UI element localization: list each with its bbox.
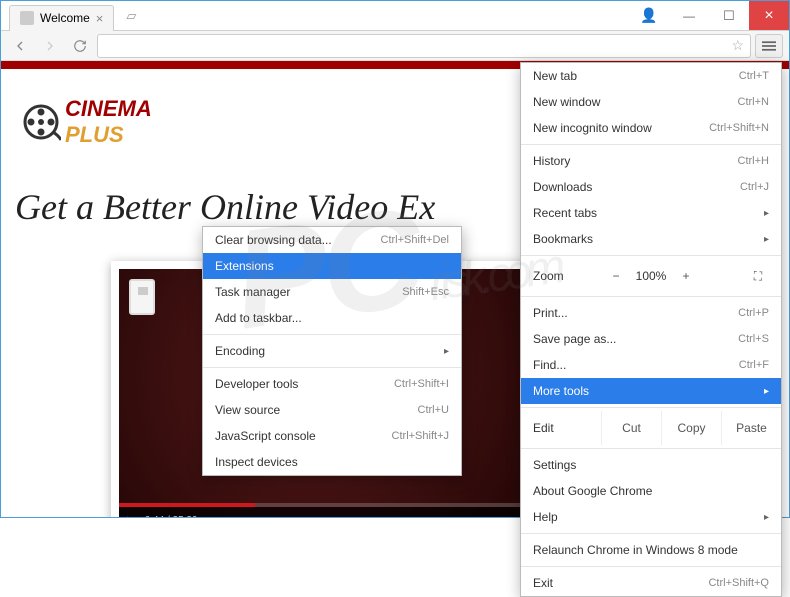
menu-downloads[interactable]: DownloadsCtrl+J [521, 174, 781, 200]
play-icon[interactable]: ▶ [127, 515, 135, 518]
zoom-out-button[interactable]: − [601, 269, 631, 283]
browser-tab[interactable]: Welcome × [9, 5, 114, 31]
logo-cinema-text: CINEMA [65, 96, 152, 122]
submenu-extensions[interactable]: Extensions [203, 253, 461, 279]
light-switch-icon[interactable] [129, 279, 155, 315]
menu-settings[interactable]: Settings [521, 452, 781, 478]
menu-new-incognito[interactable]: New incognito windowCtrl+Shift+N [521, 115, 781, 141]
menu-new-tab[interactable]: New tabCtrl+T [521, 63, 781, 89]
menu-history[interactable]: HistoryCtrl+H [521, 148, 781, 174]
reload-button[interactable] [67, 34, 93, 58]
maximize-button[interactable]: ☐ [709, 1, 749, 30]
forward-button[interactable] [37, 34, 63, 58]
menu-about[interactable]: About Google Chrome [521, 478, 781, 504]
zoom-value: 100% [631, 269, 671, 283]
menu-find[interactable]: Find...Ctrl+F [521, 352, 781, 378]
submenu-view-source[interactable]: View sourceCtrl+U [203, 397, 461, 423]
bookmark-star-icon[interactable]: ☆ [731, 37, 744, 54]
profile-icon[interactable]: 👤 [629, 1, 669, 30]
window-buttons: 👤 — ☐ × [629, 1, 789, 30]
submenu-add-taskbar[interactable]: Add to taskbar... [203, 305, 461, 331]
menu-bookmarks[interactable]: Bookmarks▸ [521, 226, 781, 252]
menu-new-window[interactable]: New windowCtrl+N [521, 89, 781, 115]
copy-button[interactable]: Copy [661, 411, 721, 445]
paste-button[interactable]: Paste [721, 411, 781, 445]
tab-title: Welcome [40, 11, 90, 25]
menu-edit-row: Edit Cut Copy Paste [521, 411, 781, 445]
submenu-encoding[interactable]: Encoding▸ [203, 338, 461, 364]
submenu-clear-browsing[interactable]: Clear browsing data...Ctrl+Shift+Del [203, 227, 461, 253]
titlebar: Welcome × ▱ 👤 — ☐ × [1, 1, 789, 31]
minimize-button[interactable]: — [669, 1, 709, 30]
menu-more-tools[interactable]: More tools▸ [521, 378, 781, 404]
film-reel-icon [21, 102, 61, 142]
hero-heading: Get a Better Online Video Ex [15, 186, 435, 228]
fullscreen-button[interactable]: ⛶ [743, 269, 773, 284]
submenu-js-console[interactable]: JavaScript consoleCtrl+Shift+J [203, 423, 461, 449]
video-time: 0:44 / 25:39 [145, 515, 198, 518]
menu-help[interactable]: Help▸ [521, 504, 781, 530]
back-button[interactable] [7, 34, 33, 58]
more-tools-submenu: Clear browsing data...Ctrl+Shift+Del Ext… [202, 226, 462, 476]
cut-button[interactable]: Cut [601, 411, 661, 445]
menu-button[interactable] [755, 34, 783, 58]
menu-recent-tabs[interactable]: Recent tabs▸ [521, 200, 781, 226]
zoom-in-button[interactable]: + [671, 269, 701, 283]
logo-plus-text: PLUS [65, 122, 152, 148]
tab-favicon [20, 11, 34, 25]
new-tab-button[interactable]: ▱ [120, 8, 142, 24]
submenu-task-manager[interactable]: Task managerShift+Esc [203, 279, 461, 305]
close-window-button[interactable]: × [749, 1, 789, 30]
chrome-main-menu: New tabCtrl+T New windowCtrl+N New incog… [520, 62, 782, 597]
menu-exit[interactable]: ExitCtrl+Shift+Q [521, 570, 781, 596]
close-tab-icon[interactable]: × [96, 11, 104, 26]
submenu-inspect[interactable]: Inspect devices [203, 449, 461, 475]
address-bar[interactable]: ☆ [97, 34, 751, 58]
menu-zoom-row: Zoom − 100% + ⛶ [521, 259, 781, 293]
cinema-plus-logo: CINEMA PLUS [21, 96, 152, 148]
toolbar: ☆ [1, 31, 789, 61]
menu-save-as[interactable]: Save page as...Ctrl+S [521, 326, 781, 352]
menu-relaunch[interactable]: Relaunch Chrome in Windows 8 mode [521, 537, 781, 563]
submenu-dev-tools[interactable]: Developer toolsCtrl+Shift+I [203, 371, 461, 397]
menu-print[interactable]: Print...Ctrl+P [521, 300, 781, 326]
